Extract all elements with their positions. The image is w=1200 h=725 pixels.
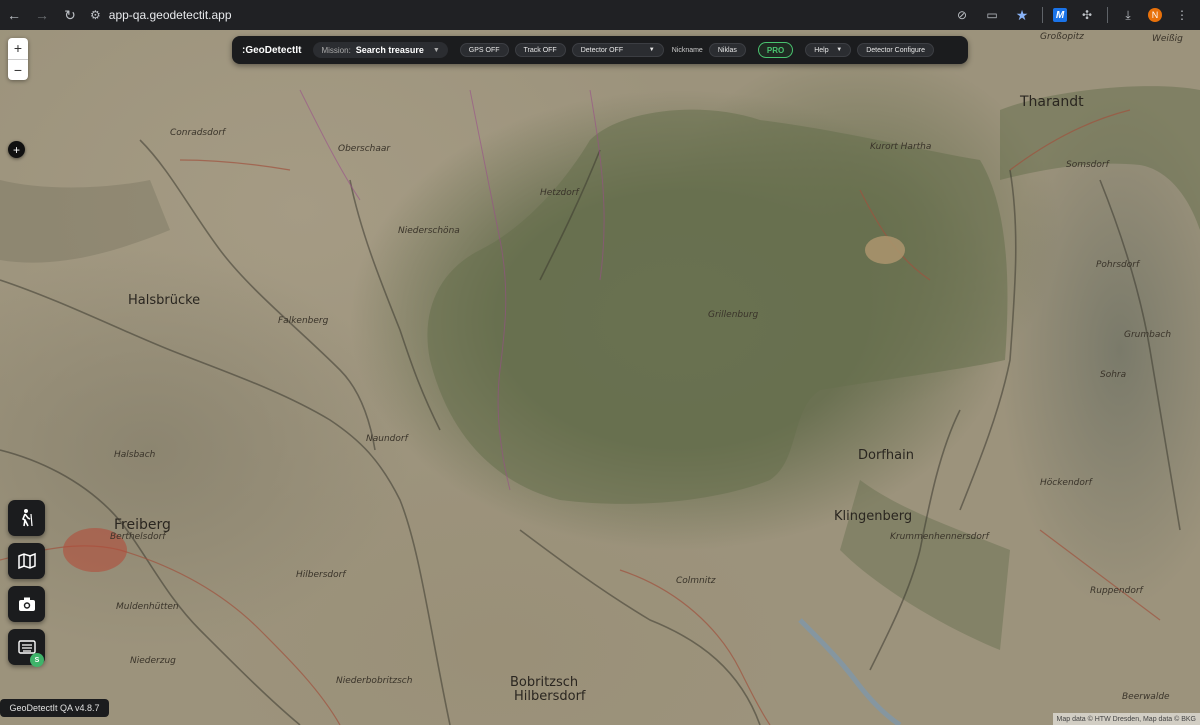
place-label: Niederbobritzsch: [336, 676, 413, 686]
cast-icon[interactable]: ▭: [982, 5, 1002, 25]
place-label: Colmnitz: [676, 576, 716, 586]
app-toolbar: :GeoDetectIt Mission: Search treasure ▼ …: [232, 36, 968, 64]
zoom-out-button[interactable]: −: [8, 60, 28, 81]
place-label: Halsbrücke: [128, 293, 201, 308]
site-settings-icon[interactable]: ⚙: [90, 8, 101, 22]
detector-panel-button[interactable]: S: [8, 629, 45, 667]
chevron-down-icon: ▼: [648, 47, 655, 53]
zoom-in-button[interactable]: +: [8, 38, 28, 60]
url-text: app-qa.geodetectit.app: [108, 8, 232, 22]
address-bar[interactable]: ⚙ app-qa.geodetectit.app: [90, 8, 232, 22]
place-label: Somsdorf: [1066, 160, 1109, 170]
bookmark-star-icon[interactable]: ★: [1012, 5, 1032, 25]
back-icon[interactable]: ←: [0, 1, 28, 29]
gps-toggle-button[interactable]: GPS OFF: [459, 43, 509, 57]
place-label: Pohrsdorf: [1096, 260, 1140, 270]
map-canvas[interactable]: Tharandt Halsbrücke Freiberg Dorfhain Kl…: [0, 30, 1200, 725]
add-marker-button[interactable]: +: [8, 141, 25, 158]
place-label: Sohra: [1100, 370, 1127, 380]
place-label: Halsbach: [114, 450, 156, 460]
extension-icon[interactable]: M: [1053, 8, 1067, 22]
place-label: Hilbersdorf: [514, 689, 586, 704]
hiker-icon: [21, 509, 33, 527]
place-label: Muldenhütten: [116, 602, 179, 612]
menu-icon[interactable]: ⋮: [1172, 5, 1192, 25]
detector-value: Detector OFF: [580, 46, 624, 54]
place-label: Bobritzsch: [510, 675, 579, 690]
place-label: Höckendorf: [1040, 478, 1092, 488]
forward-icon[interactable]: →: [28, 1, 56, 29]
place-label: Weißig: [1152, 34, 1183, 44]
track-toggle-button[interactable]: Track OFF: [514, 43, 566, 57]
place-label: Naundorf: [366, 434, 408, 444]
version-label: GeoDetectIt QA v4.8.7: [0, 699, 109, 717]
help-select[interactable]: Help ▼: [805, 43, 852, 57]
reload-icon[interactable]: ↻: [56, 1, 84, 29]
profile-avatar[interactable]: N: [1148, 8, 1162, 22]
map-attribution[interactable]: Map data © HTW Dresden, Map data © BKG: [1052, 713, 1200, 725]
chevron-down-icon: ▼: [836, 47, 843, 53]
place-label: Hetzdorf: [540, 188, 579, 198]
place-label: Klingenberg: [834, 509, 913, 524]
place-label: Niederzug: [130, 656, 176, 666]
place-label: Falkenberg: [278, 316, 329, 326]
divider: [1042, 7, 1043, 23]
place-label: Großopitz: [1040, 32, 1084, 42]
place-label: Freiberg: [114, 517, 171, 533]
place-label: Kurort Hartha: [870, 142, 932, 152]
detector-configure-button[interactable]: Detector Configure: [857, 43, 934, 57]
place-label: Dorfhain: [858, 448, 914, 463]
download-icon[interactable]: ⤓: [1118, 5, 1138, 25]
map-layers-button[interactable]: [8, 543, 45, 579]
mission-value: Search treasure: [355, 45, 424, 55]
place-label: Niederschöna: [398, 226, 460, 236]
divider: [1107, 7, 1108, 23]
place-label: Hilbersdorf: [296, 570, 346, 580]
place-label: Berthelsdorf: [110, 532, 166, 542]
place-label: Tharandt: [1020, 94, 1084, 110]
hiker-mode-button[interactable]: [8, 500, 45, 536]
map-icon: [17, 552, 36, 570]
place-label: Grillenburg: [708, 310, 759, 320]
zoom-control: + −: [8, 38, 28, 80]
camera-icon: [18, 597, 35, 611]
puzzle-icon[interactable]: ✣: [1077, 5, 1097, 25]
chevron-down-icon: ▼: [432, 46, 440, 54]
place-label: Krummenhennersdorf: [890, 532, 989, 542]
place-label: Oberschaar: [338, 144, 391, 154]
help-label: Help: [814, 46, 829, 54]
mission-select[interactable]: Mission: Search treasure ▼: [313, 42, 448, 58]
pro-badge-button[interactable]: PRO: [757, 42, 794, 58]
place-label: Conradsdorf: [170, 128, 226, 138]
detector-select[interactable]: Detector OFF ▼: [571, 43, 664, 57]
status-badge: S: [30, 653, 44, 667]
nickname-field[interactable]: Niklas: [708, 43, 746, 57]
app-brand: :GeoDetectIt: [242, 44, 302, 56]
place-label: Beerwalde: [1122, 692, 1170, 702]
place-label: Grumbach: [1124, 330, 1172, 340]
place-label: Ruppendorf: [1090, 586, 1143, 596]
browser-toolbar: ← → ↻ ⚙ app-qa.geodetectit.app ⊘ ▭ ★ M ✣…: [0, 0, 1200, 30]
nickname-label: Nickname: [671, 46, 703, 54]
eye-slash-icon[interactable]: ⊘: [952, 5, 972, 25]
mission-label: Mission:: [321, 45, 351, 55]
camera-button[interactable]: [8, 586, 45, 622]
